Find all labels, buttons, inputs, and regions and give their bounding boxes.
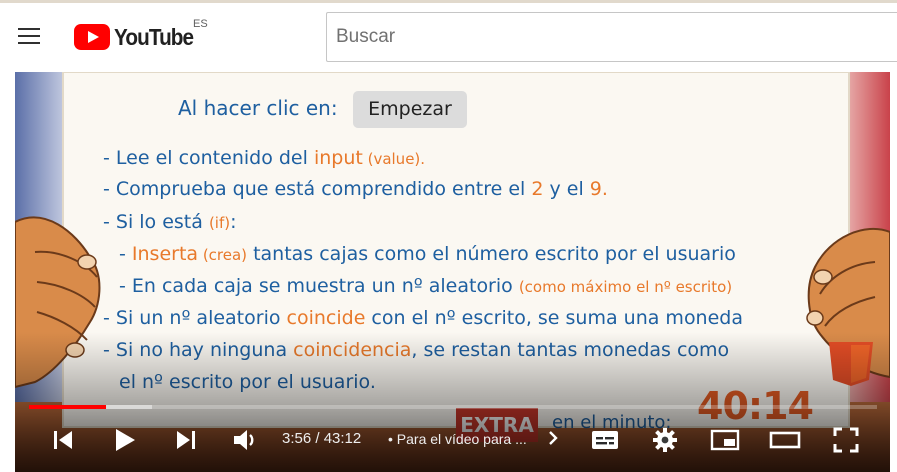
video-player[interactable]: Al hacer clic en: Empezar - Lee el conte… [15,72,890,472]
chapter-title-text: Para el vídeo para ... [396,431,527,447]
chevron-right-icon [549,431,558,445]
progress-bar[interactable] [29,405,877,409]
masthead: YouTube ES [0,0,897,72]
settings-button[interactable] [648,423,682,457]
top-divider [0,0,897,3]
next-button[interactable] [170,423,202,457]
slide-line-2: - Lee el contenido del input (value). [103,147,426,169]
slide-instruction: Al hacer clic en: [178,96,338,120]
theater-mode-button[interactable] [768,423,802,457]
empezar-button-graphic: Empezar [353,91,467,128]
slide-line-4: - Si lo está (if): [103,211,237,233]
youtube-play-logo-icon [74,24,110,50]
chapter-title[interactable]: • Para el vídeo para ... [388,431,527,447]
fullscreen-icon [833,427,859,453]
miniplayer-icon [710,429,740,451]
play-button[interactable] [108,423,142,457]
menu-icon[interactable] [16,24,42,48]
slide-line-6: - En cada caja se muestra un nº aleatori… [119,275,733,297]
theater-mode-icon [769,431,801,449]
slide-line-7: - Si un nº aleatorio coincide con el nº … [103,307,743,329]
volume-icon [234,430,254,450]
slide-line-9: el nº escrito por el usuario. [119,371,376,393]
play-icon [116,429,135,451]
logo-text: YouTube [114,23,194,50]
chapter-chevron-button[interactable] [546,428,560,453]
menu-bar [18,35,40,37]
gear-icon [653,428,677,452]
chapter-separator: • [388,431,393,447]
subtitles-icon [592,431,618,449]
slide-line-8: - Si no hay ninguna coincidencia, se res… [103,339,730,361]
menu-bar [18,28,40,30]
menu-bar [18,42,40,44]
progress-track [29,405,877,409]
previous-icon [54,431,72,449]
time-display: 3:56 / 43:12 [282,430,362,447]
mute-button[interactable] [229,423,263,457]
youtube-logo[interactable]: YouTube [74,22,202,52]
subtitles-button[interactable] [588,423,622,457]
search-box[interactable] [326,12,897,62]
country-code: ES [193,18,208,30]
next-icon [177,431,195,449]
slide-line-5: - Inserta (crea) tantas cajas como el nú… [119,243,736,265]
slide-line-1: Al hacer clic en: [178,96,338,120]
previous-button[interactable] [47,423,79,457]
miniplayer-button[interactable] [708,423,742,457]
progress-played [29,405,107,409]
search-input[interactable] [327,13,897,61]
fullscreen-button[interactable] [829,423,863,457]
slide-line-3: - Comprueba que está comprendido entre e… [103,178,608,200]
